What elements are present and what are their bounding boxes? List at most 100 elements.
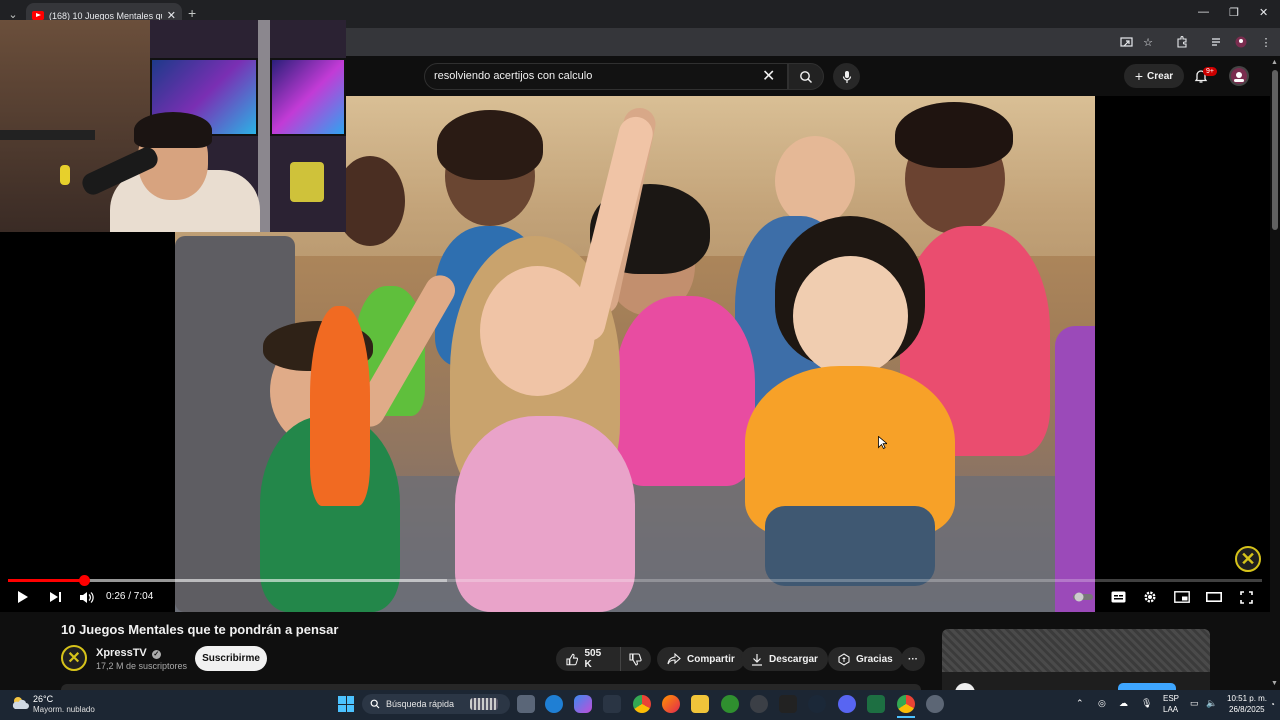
next-icon [49, 592, 61, 602]
settings-button[interactable] [1141, 589, 1159, 605]
search-button[interactable] [788, 63, 824, 90]
voice-search-button[interactable] [833, 63, 860, 90]
theater-mode-button[interactable] [1205, 589, 1223, 605]
share-button[interactable]: Compartir [657, 647, 745, 671]
window-minimize-button[interactable]: — [1198, 6, 1209, 18]
mouse-cursor-icon [878, 435, 889, 454]
scroll-up-arrow-icon[interactable]: ▲ [1271, 59, 1278, 66]
weather-cloud-icon[interactable] [10, 695, 30, 713]
download-icon [752, 653, 762, 666]
child-hair [437, 110, 543, 180]
like-button[interactable]: 505 K [556, 647, 620, 671]
dislike-button[interactable] [620, 647, 651, 671]
child-head [793, 256, 908, 376]
subtitles-button[interactable] [1109, 589, 1127, 605]
active-app-indicator [897, 716, 915, 718]
tray-overflow-chevron-icon[interactable]: ⌃ [1076, 698, 1084, 709]
xbox-icon[interactable] [721, 695, 739, 713]
epic-games-icon[interactable] [779, 695, 797, 713]
subscribe-button[interactable]: Suscribirme [195, 646, 267, 671]
thanks-button[interactable]: Gracias [828, 647, 903, 671]
browser-menu-icon[interactable]: ⋮ [1258, 35, 1274, 49]
app-icon[interactable] [750, 695, 768, 713]
child-body [615, 296, 755, 486]
new-tab-button[interactable]: + [188, 5, 196, 21]
gear-icon [1144, 591, 1156, 603]
network-icon[interactable]: ▭ [1190, 698, 1199, 709]
profile-icon[interactable] [1233, 35, 1249, 49]
weather-temperature: 26°C [33, 694, 54, 704]
input-language[interactable]: ESP [1163, 694, 1179, 703]
app-icon[interactable] [603, 695, 621, 713]
volume-icon [79, 591, 94, 603]
window-close-button[interactable]: ✕ [1259, 6, 1268, 19]
notification-center-icon[interactable]: ◔ [1270, 700, 1275, 709]
thumbs-up-icon [566, 653, 579, 665]
taskbar-search[interactable]: Búsqueda rápida [362, 694, 510, 714]
miniplayer-button[interactable] [1173, 589, 1191, 605]
task-view-icon[interactable] [517, 695, 535, 713]
create-button[interactable]: + Crear [1124, 64, 1184, 88]
progress-scrubber[interactable] [79, 575, 90, 586]
like-count: 505 K [584, 648, 602, 670]
download-button[interactable]: Descargar [741, 647, 828, 671]
theater-icon [1206, 592, 1222, 602]
webcam-overlay [0, 20, 346, 232]
microphone-icon [842, 70, 851, 83]
onedrive-cloud-icon[interactable]: ☁ [1119, 698, 1128, 709]
channel-name[interactable]: XpressTV ✓ [96, 647, 161, 659]
window-restore-button[interactable]: ❐ [1229, 6, 1239, 19]
channel-avatar[interactable]: ✕ [61, 645, 87, 671]
discord-icon[interactable] [838, 695, 856, 713]
fullscreen-button[interactable] [1237, 589, 1255, 605]
channel-name-text: XpressTV [96, 647, 147, 659]
youtube-favicon-icon [32, 11, 44, 20]
file-explorer-icon[interactable] [691, 695, 709, 713]
channel-watermark[interactable]: ✕ [1235, 546, 1261, 572]
next-button[interactable] [46, 589, 64, 605]
input-layout[interactable]: LAA [1163, 705, 1178, 714]
fullscreen-icon [1239, 590, 1253, 604]
steam-icon[interactable] [808, 695, 826, 713]
bookmark-star-icon[interactable]: ☆ [1140, 35, 1156, 49]
chrome-active-icon[interactable] [897, 695, 915, 713]
play-icon [18, 591, 28, 603]
miniplayer-icon [1174, 591, 1190, 603]
clock-time[interactable]: 10:51 p. m. [1227, 694, 1267, 703]
autoplay-toggle[interactable] [1072, 589, 1094, 605]
excel-icon[interactable] [867, 695, 885, 713]
scrollbar-thumb[interactable] [1272, 70, 1278, 230]
edge-browser-icon[interactable] [545, 695, 563, 713]
play-button[interactable] [14, 589, 32, 605]
windows-start-icon[interactable] [338, 696, 354, 712]
child-shorts [765, 506, 935, 586]
create-label: Crear [1147, 70, 1174, 82]
child-body [310, 306, 370, 506]
speaker-icon[interactable]: 🔈 [1206, 698, 1217, 709]
download-label: Descargar [769, 653, 818, 665]
copilot-icon[interactable] [574, 695, 592, 713]
scroll-down-arrow-icon[interactable]: ▼ [1271, 680, 1278, 687]
search-clear-icon[interactable]: ✕ [762, 66, 775, 86]
media-controls-icon[interactable] [1209, 35, 1225, 49]
weather-description: Mayorm. nublado [33, 705, 95, 714]
blurred-foreground [1055, 326, 1095, 612]
volume-button[interactable] [77, 589, 95, 605]
tray-app-icon[interactable]: ◎ [1098, 698, 1106, 709]
notification-count-badge: 9+ [1203, 67, 1217, 76]
account-avatar[interactable] [1229, 66, 1249, 86]
child-hair [895, 102, 1013, 168]
chrome-icon[interactable] [633, 695, 651, 713]
extensions-puzzle-icon[interactable] [1174, 35, 1190, 49]
autoplay-toggle-icon [1073, 592, 1093, 602]
child-head [775, 136, 855, 226]
cast-icon[interactable] [1118, 35, 1134, 49]
more-actions-button[interactable]: ··· [901, 647, 925, 671]
thanks-label: Gracias [856, 653, 893, 665]
microphone-tray-icon[interactable]: 🎙 [1141, 698, 1152, 709]
thanks-icon [838, 652, 850, 666]
share-label: Compartir [687, 653, 735, 665]
clock-date[interactable]: 26/8/2025 [1229, 705, 1265, 714]
settings-gear-icon[interactable] [926, 695, 944, 713]
firefox-icon[interactable] [662, 695, 680, 713]
